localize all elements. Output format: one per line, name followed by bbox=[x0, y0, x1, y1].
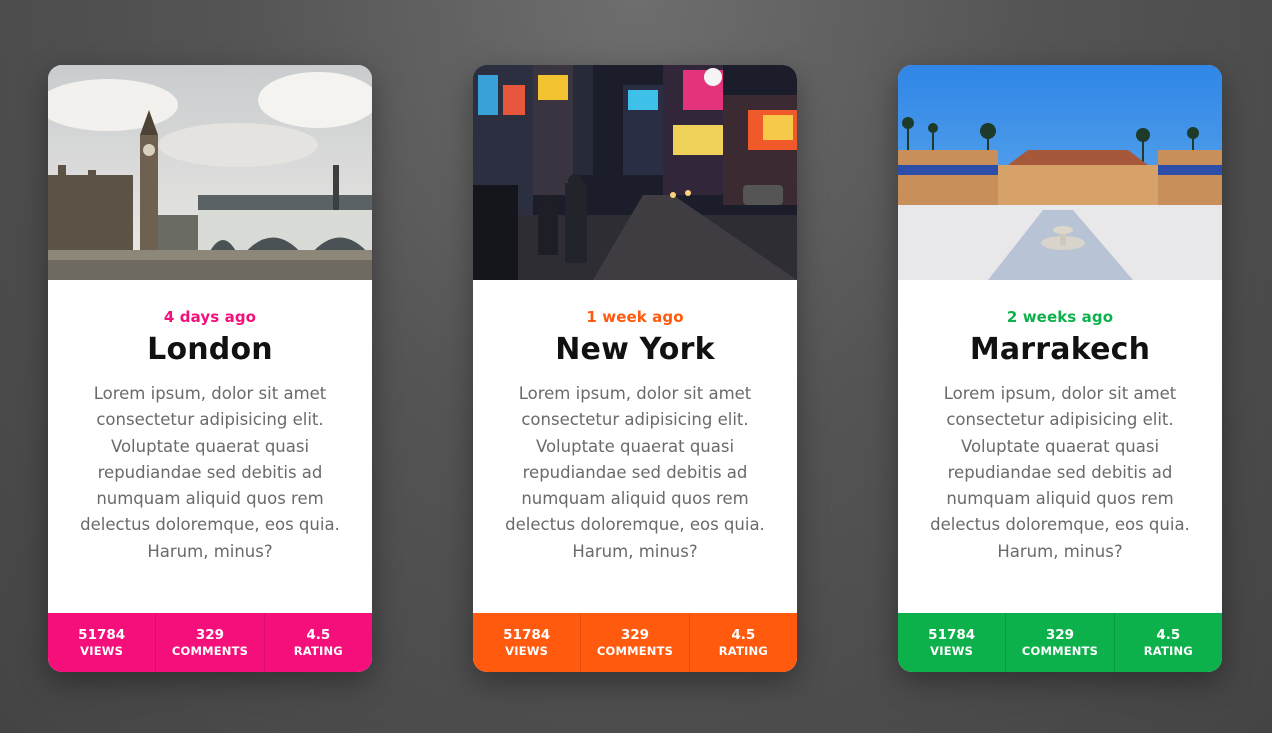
stat-label: RATING bbox=[718, 643, 768, 658]
stat-value: 329 bbox=[1045, 626, 1075, 643]
card-description: Lorem ipsum, dolor sit amet consectetur … bbox=[505, 384, 765, 561]
card-date: 1 week ago bbox=[586, 308, 684, 326]
card-image bbox=[48, 65, 372, 280]
stat-label: COMMENTS bbox=[171, 643, 249, 658]
stat-label: VIEWS bbox=[80, 643, 124, 658]
card-stats: 51784 VIEWS 329 COMMENTS 4.5 RATING bbox=[48, 613, 372, 672]
stat-views: 51784 VIEWS bbox=[48, 613, 157, 672]
card-date: 4 days ago bbox=[163, 308, 257, 326]
stat-comments: 329 COMMENTS bbox=[156, 613, 265, 672]
stat-rating: 4.5 RATING bbox=[690, 613, 797, 672]
card-date: 2 weeks ago bbox=[1006, 308, 1114, 326]
travel-card-marrakech[interactable]: 2 weeks ago Marrakech Lorem ipsum, dolor… bbox=[898, 65, 1222, 672]
stat-value: 51784 bbox=[928, 626, 976, 643]
new-york-times-square-photo bbox=[473, 65, 797, 280]
marrakech-palace-courtyard-photo bbox=[898, 65, 1222, 280]
stat-comments: 329 COMMENTS bbox=[1006, 613, 1115, 672]
london-big-ben-photo bbox=[48, 65, 372, 280]
stat-label: COMMENTS bbox=[596, 643, 674, 658]
travel-card-london[interactable]: 4 days ago London Lorem ipsum, dolor sit… bbox=[48, 65, 372, 672]
card-body: 4 days ago London Lorem ipsum, dolor sit… bbox=[48, 280, 372, 613]
travel-card-new-york[interactable]: 1 week ago New York Lorem ipsum, dolor s… bbox=[473, 65, 797, 672]
card-title: New York bbox=[555, 332, 715, 367]
card-body: 2 weeks ago Marrakech Lorem ipsum, dolor… bbox=[898, 280, 1222, 613]
card-stats: 51784 VIEWS 329 COMMENTS 4.5 RATING bbox=[898, 613, 1222, 672]
stat-rating: 4.5 RATING bbox=[1115, 613, 1222, 672]
card-stats: 51784 VIEWS 329 COMMENTS 4.5 RATING bbox=[473, 613, 797, 672]
card-title: Marrakech bbox=[969, 332, 1151, 367]
stat-label: VIEWS bbox=[505, 643, 549, 658]
stat-comments: 329 COMMENTS bbox=[581, 613, 690, 672]
stat-label: VIEWS bbox=[930, 643, 974, 658]
stat-views: 51784 VIEWS bbox=[898, 613, 1007, 672]
stat-label: RATING bbox=[1143, 643, 1193, 658]
stat-views: 51784 VIEWS bbox=[473, 613, 582, 672]
card-image bbox=[898, 65, 1222, 280]
card-title: London bbox=[147, 332, 273, 367]
card-body: 1 week ago New York Lorem ipsum, dolor s… bbox=[473, 280, 797, 613]
stat-value: 4.5 bbox=[731, 626, 756, 643]
stat-value: 4.5 bbox=[306, 626, 331, 643]
stat-value: 4.5 bbox=[1156, 626, 1181, 643]
card-description: Lorem ipsum, dolor sit amet consectetur … bbox=[80, 384, 340, 561]
stat-label: COMMENTS bbox=[1021, 643, 1099, 658]
stat-value: 329 bbox=[620, 626, 650, 643]
stat-value: 329 bbox=[195, 626, 225, 643]
card-description: Lorem ipsum, dolor sit amet consectetur … bbox=[930, 384, 1190, 561]
card-image bbox=[473, 65, 797, 280]
stat-rating: 4.5 RATING bbox=[265, 613, 372, 672]
stat-value: 51784 bbox=[78, 626, 126, 643]
stat-value: 51784 bbox=[503, 626, 551, 643]
stat-label: RATING bbox=[293, 643, 343, 658]
